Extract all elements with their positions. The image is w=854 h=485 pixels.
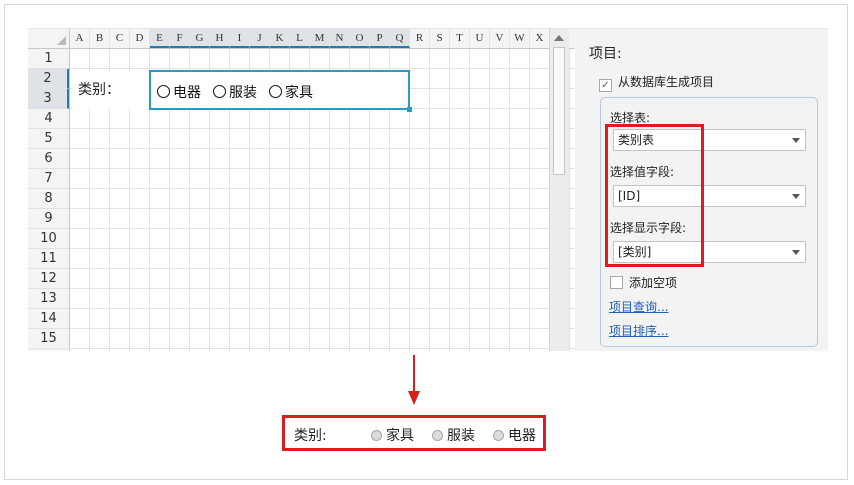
column-header[interactable]: K (270, 29, 290, 48)
designer-screenshot: ABCDEFGHIJKLMNOPQRSTUVWX 1 2 3 4 5 6 7 8 9 10 11 12… (28, 28, 828, 351)
category-label-cell[interactable]: 类别： (72, 71, 148, 109)
add-empty-checkbox-row[interactable]: 添加空项 (610, 274, 677, 291)
result-option-clothing[interactable]: 服装 (432, 425, 475, 445)
down-arrow-icon (408, 391, 420, 405)
down-arrow-shaft (413, 355, 415, 393)
column-header[interactable]: Q (390, 29, 410, 48)
column-headers: ABCDEFGHIJKLMNOPQRSTUVWX (70, 29, 575, 49)
column-header[interactable]: L (290, 29, 310, 48)
row-header[interactable]: 14 (28, 309, 69, 329)
row-header[interactable]: 4 (28, 109, 69, 129)
column-header[interactable]: S (430, 29, 450, 48)
radio-option-label: 家具 (285, 85, 313, 101)
column-header[interactable]: D (130, 29, 150, 48)
from-database-checkbox-row[interactable]: ✓ 从数据库生成项目 (599, 73, 714, 92)
radio-option-label: 服装 (229, 85, 257, 101)
dropdown-arrow-icon (792, 250, 800, 255)
column-header[interactable]: T (450, 29, 470, 48)
runtime-result-box: 类别: 家具 服装 电器 (282, 415, 546, 451)
result-option-label: 电器 (508, 428, 536, 444)
row-header[interactable]: 10 (28, 229, 69, 249)
row-header[interactable]: 11 (28, 249, 69, 269)
column-header[interactable]: I (230, 29, 250, 48)
panel-title: 项目: (589, 46, 622, 62)
radio-button-group-cell[interactable]: 电器 服装 家具 (149, 70, 412, 112)
row-header[interactable]: 6 (28, 149, 69, 169)
row-header[interactable]: 3 (28, 89, 69, 109)
add-empty-label: 添加空项 (629, 276, 678, 290)
item-sort-link[interactable]: 项目排序... (609, 322, 668, 339)
row-header[interactable]: 5 (28, 129, 69, 149)
column-header[interactable]: J (250, 29, 270, 48)
column-header[interactable]: R (410, 29, 430, 48)
column-header[interactable]: G (190, 29, 210, 48)
resize-handle[interactable] (407, 107, 412, 112)
properties-panel: 项目: ✓ 从数据库生成项目 选择表: 类别表 选择值字段: [ID] 选择显示字… (575, 29, 828, 351)
radio-circle-icon (371, 430, 382, 441)
row-header[interactable]: 12 (28, 269, 69, 289)
spreadsheet: ABCDEFGHIJKLMNOPQRSTUVWX 1 2 3 4 5 6 7 8 9 10 11 12… (28, 29, 575, 351)
select-all-corner[interactable] (28, 29, 70, 49)
column-header[interactable]: C (110, 29, 130, 48)
radio-option-label: 电器 (173, 85, 201, 101)
scroll-up-icon[interactable] (554, 35, 564, 41)
column-header[interactable]: W (510, 29, 530, 48)
dropdown-arrow-icon (792, 194, 800, 199)
column-header[interactable]: M (310, 29, 330, 48)
radio-circle-icon (493, 430, 504, 441)
column-header[interactable]: V (490, 29, 510, 48)
highlight-box (605, 124, 704, 267)
column-header[interactable]: O (350, 29, 370, 48)
result-option-furniture[interactable]: 家具 (371, 425, 414, 445)
column-header[interactable]: B (90, 29, 110, 48)
row-header[interactable]: 9 (28, 209, 69, 229)
checkbox-unchecked-icon[interactable] (610, 276, 623, 289)
radio-circle-icon (269, 85, 282, 98)
radio-option-furniture[interactable]: 家具 (269, 82, 313, 102)
result-category-label: 类别: (294, 428, 327, 444)
row-headers: 1 2 3 4 5 6 7 8 9 10 11 12 13 14 15 (28, 49, 70, 351)
row-header[interactable]: 8 (28, 189, 69, 209)
result-option-label: 家具 (386, 428, 414, 444)
radio-circle-icon (157, 85, 170, 98)
radio-option-clothing[interactable]: 服装 (213, 82, 257, 102)
column-header[interactable]: F (170, 29, 190, 48)
dropdown-arrow-icon (792, 138, 800, 143)
scrollbar-thumb[interactable] (553, 47, 565, 175)
column-header[interactable]: P (370, 29, 390, 48)
column-header[interactable]: X (530, 29, 550, 48)
column-header[interactable]: U (470, 29, 490, 48)
result-option-label: 服装 (447, 428, 475, 444)
row-header[interactable]: 1 (28, 49, 69, 69)
column-header[interactable]: H (210, 29, 230, 48)
row-header[interactable]: 2 (28, 69, 69, 89)
vertical-scrollbar[interactable] (549, 29, 569, 351)
column-header[interactable]: N (330, 29, 350, 48)
radio-circle-icon (432, 430, 443, 441)
radio-option-appliance[interactable]: 电器 (157, 82, 201, 102)
row-header[interactable]: 13 (28, 289, 69, 309)
from-database-label: 从数据库生成项目 (618, 75, 715, 89)
row-header[interactable]: 7 (28, 169, 69, 189)
result-option-appliance[interactable]: 电器 (493, 425, 536, 445)
column-header[interactable]: E (150, 29, 170, 48)
row-header[interactable]: 15 (28, 329, 69, 349)
radio-circle-icon (213, 85, 226, 98)
item-query-link[interactable]: 项目查询... (609, 298, 668, 315)
column-header[interactable]: A (70, 29, 90, 48)
checkbox-checked-icon[interactable]: ✓ (599, 79, 612, 92)
